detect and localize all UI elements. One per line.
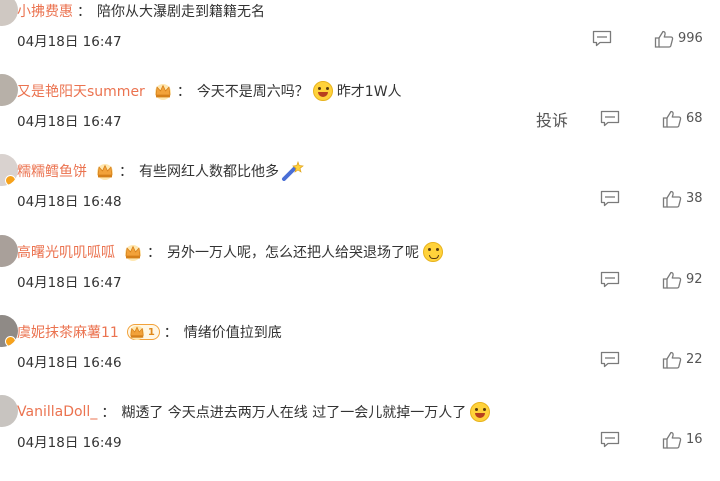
thumbs-up-icon[interactable] [662, 351, 682, 369]
laughing-emoji-icon [312, 81, 333, 101]
sparkle-emoji-icon [281, 161, 305, 181]
crown-icon [153, 82, 173, 100]
comment-timestamp: 04月18日 16:47 [17, 34, 122, 50]
comment-line: 高曙光叽叽呱呱 ： 另外一万人呢，怎么还把人给哭退场了呢 [17, 241, 447, 263]
comment-timestamp: 04月18日 16:48 [17, 194, 122, 210]
crown-icon [128, 324, 146, 340]
username-link[interactable]: 糯糯鳕鱼饼 [17, 161, 87, 181]
username-link[interactable]: 高曙光叽叽呱呱 [17, 242, 115, 262]
thumbs-up-icon[interactable] [662, 110, 682, 128]
comment-text: 另外一万人呢，怎么还把人给哭退场了呢 [167, 245, 419, 261]
username-link[interactable]: VanillaDoll_ [17, 404, 97, 420]
comment-text: 糊透了 今天点进去两万人在线 过了一会儿就掉一万人了 [121, 405, 467, 421]
username-link[interactable]: 又是艳阳天summer [17, 81, 145, 101]
comment-item: 又是艳阳天summer ： 今天不是周六吗？ 昨才1W人 04月18日 16:4… [0, 74, 720, 160]
comment-item: 高曙光叽叽呱呱 ： 另外一万人呢，怎么还把人给哭退场了呢 04月18日 16:4… [0, 235, 720, 321]
colon-separator: ： [77, 4, 91, 20]
crown-icon [123, 243, 143, 261]
colon-separator: ： [101, 405, 116, 421]
comment-item: VanillaDoll_ ： 糊透了 今天点进去两万人在线 过了一会儿就掉一万人… [0, 395, 720, 481]
colon-separator: ： [147, 245, 161, 261]
comment-line: 糯糯鳕鱼饼 ： 有些网红人数都比他多 [17, 160, 305, 182]
like-count: 22 [686, 352, 703, 367]
username-link[interactable]: 小拂费惠 [17, 1, 73, 21]
comment-text: 情绪价值拉到底 [183, 325, 282, 341]
like-count: 68 [686, 111, 703, 126]
crying-emoji-icon [423, 242, 443, 262]
comment-icon[interactable] [592, 30, 612, 47]
comment-line: 小拂费惠 ： 陪你从大瀑剧走到籍籍无名 [17, 0, 265, 22]
badge-level: 1 [147, 326, 155, 338]
comment-icon[interactable] [600, 351, 620, 368]
comment-line: 又是艳阳天summer ： 今天不是周六吗？ 昨才1W人 [17, 80, 402, 102]
username-link[interactable]: 虞妮抹茶麻薯11 [17, 322, 119, 342]
thumbs-up-icon[interactable] [654, 30, 674, 48]
comment-item: 虞妮抹茶麻薯11 1 ： 情绪价值拉到底 04月18日 16:46 22 [0, 315, 720, 401]
comment-timestamp: 04月18日 16:49 [17, 435, 122, 451]
report-button[interactable]: 投诉 [536, 107, 568, 131]
comment-timestamp: 04月18日 16:47 [17, 275, 122, 291]
verified-badge-icon [5, 336, 16, 347]
colon-separator: ： [119, 164, 133, 180]
comment-timestamp: 04月18日 16:46 [17, 355, 122, 371]
verified-badge-icon [5, 175, 16, 186]
colon-separator: ： [163, 325, 178, 341]
crown-icon [95, 162, 115, 180]
comment-icon[interactable] [600, 190, 620, 207]
comment-icon[interactable] [600, 110, 620, 127]
like-count: 996 [678, 31, 703, 46]
avatar[interactable] [0, 0, 18, 26]
comment-text: 陪你从大瀑剧走到籍籍无名 [97, 4, 265, 20]
laughing-emoji-icon [470, 402, 491, 422]
comment-icon[interactable] [600, 431, 620, 448]
comment-line: 虞妮抹茶麻薯11 1 ： 情绪价值拉到底 [17, 321, 282, 343]
comment-text: 有些网红人数都比他多 [139, 164, 279, 180]
thumbs-up-icon[interactable] [662, 190, 682, 208]
comment-item: 小拂费惠 ： 陪你从大瀑剧走到籍籍无名 04月18日 16:47 996 [0, 0, 720, 80]
comment-line: VanillaDoll_ ： 糊透了 今天点进去两万人在线 过了一会儿就掉一万人… [17, 401, 494, 423]
comment-icon[interactable] [600, 271, 620, 288]
thumbs-up-icon[interactable] [662, 271, 682, 289]
thumbs-up-icon[interactable] [662, 431, 682, 449]
like-count: 92 [686, 272, 703, 287]
member-level-badge: 1 [126, 324, 160, 340]
comment-text-continued: 昨才1W人 [336, 84, 402, 100]
like-count: 38 [686, 191, 703, 206]
comment-text: 今天不是周六吗？ [196, 84, 309, 100]
comment-item: 糯糯鳕鱼饼 ： 有些网红人数都比他多 04月18日 16:48 38 [0, 154, 720, 240]
colon-separator: ： [176, 84, 191, 100]
comment-timestamp: 04月18日 16:47 [17, 114, 122, 130]
